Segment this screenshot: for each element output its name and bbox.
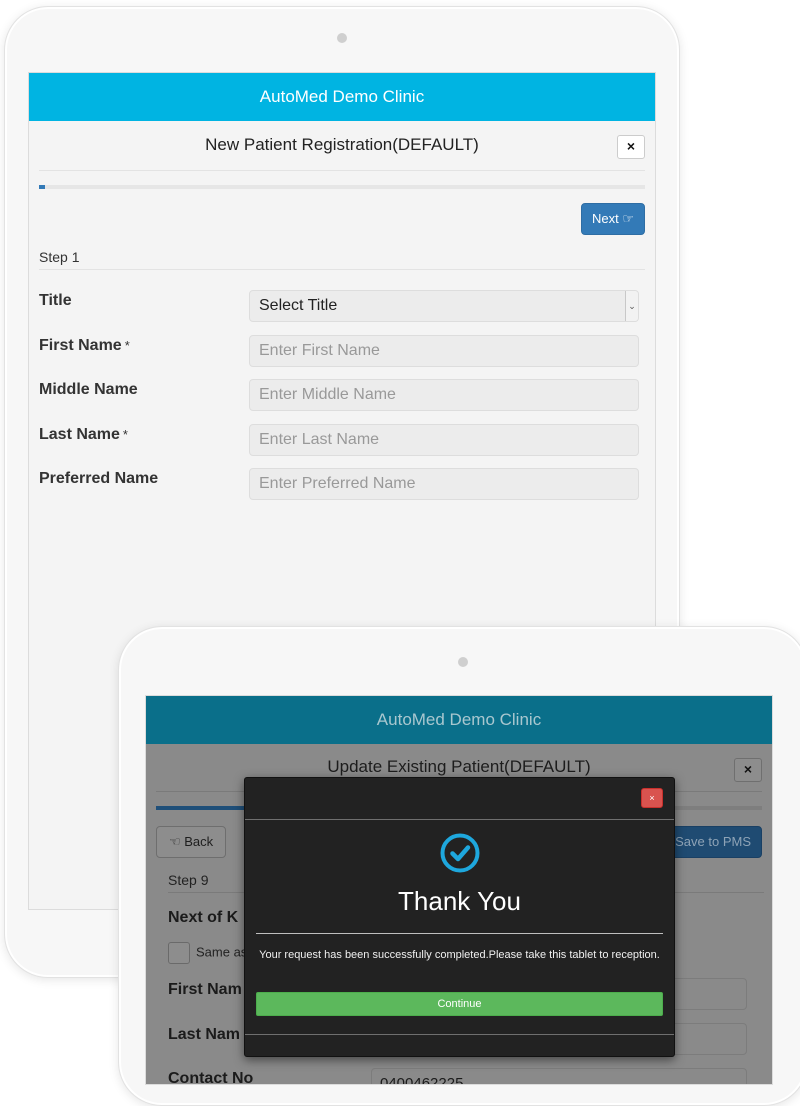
app-header: AutoMed Demo Clinic <box>29 73 655 121</box>
last-name-input[interactable]: Enter Last Name <box>249 423 639 456</box>
next-of-kin-heading: Next of K <box>168 909 239 926</box>
title-row: Title Select Title ⌄ <box>39 290 645 335</box>
first-name-label: First Name * <box>39 337 130 355</box>
form-title: New Patient Registration(DEFAULT) <box>205 135 479 154</box>
thank-you-modal: × Thank You Your request has been succes… <box>244 777 675 1057</box>
first-name-label-text: First Name <box>39 336 122 354</box>
camera-dot <box>458 657 468 667</box>
close-button[interactable]: × <box>617 135 645 159</box>
same-as-label: Same as <box>196 944 248 960</box>
modal-message: Your request has been successfully compl… <box>259 949 660 961</box>
preferred-name-input[interactable]: Enter Preferred Name <box>249 468 639 500</box>
first-name-input[interactable]: Enter First Name <box>249 334 639 367</box>
modal-footer-divider <box>245 1034 674 1035</box>
app-header: AutoMed Demo Clinic <box>146 696 772 744</box>
preferred-name-row: Preferred Name Enter Preferred Name <box>39 468 645 513</box>
required-mark: * <box>122 426 128 442</box>
same-as-checkbox[interactable] <box>168 942 190 964</box>
continue-button[interactable]: Continue <box>256 992 663 1016</box>
step-label: Step 1 <box>39 249 645 270</box>
same-as-row: Same as <box>168 942 247 964</box>
modal-header: × <box>245 778 674 820</box>
nav-row: Next ☞ <box>39 189 645 237</box>
last-name-label: Last Name * <box>39 426 128 444</box>
modal-body: Thank You <box>256 820 663 934</box>
title-select[interactable]: Select Title ⌄ <box>249 290 639 322</box>
close-icon: × <box>626 138 636 154</box>
required-mark: * <box>124 337 130 353</box>
save-to-pms-button[interactable]: Save to PMS <box>664 826 762 858</box>
last-name-row: Last Name * Enter Last Name <box>39 423 645 469</box>
next-button[interactable]: Next ☞ <box>581 203 645 235</box>
modal-close-button[interactable]: × <box>641 788 663 808</box>
title-label: Title <box>39 292 72 309</box>
patient-form: Title Select Title ⌄ First Name * Enter F… <box>39 290 645 513</box>
close-icon: × <box>743 761 753 777</box>
form-title: Update Existing Patient(DEFAULT) <box>327 757 591 776</box>
first-name-label: First Nam <box>168 981 242 998</box>
form-title-bar: New Patient Registration(DEFAULT) × <box>39 121 645 171</box>
title-select-value: Select Title <box>259 297 338 314</box>
middle-name-input[interactable]: Enter Middle Name <box>249 379 639 411</box>
camera-dot <box>337 33 347 43</box>
check-circle-icon <box>440 833 479 873</box>
chevron-down-icon: ⌄ <box>625 291 638 321</box>
close-icon: × <box>649 793 655 803</box>
first-name-row: First Name * Enter First Name <box>39 334 645 380</box>
close-button[interactable]: × <box>734 758 762 782</box>
last-name-label-text: Last Name <box>39 425 120 443</box>
middle-name-label: Middle Name <box>39 381 138 398</box>
contact-input[interactable]: 0400462225 <box>371 1068 747 1084</box>
last-name-label: Last Nam <box>168 1026 241 1043</box>
preferred-name-label: Preferred Name <box>39 470 159 487</box>
contact-label: Contact No <box>168 1070 254 1085</box>
back-button[interactable]: ☜ Back <box>156 826 227 858</box>
middle-name-row: Middle Name Enter Middle Name <box>39 379 645 424</box>
modal-title: Thank You <box>398 886 521 916</box>
